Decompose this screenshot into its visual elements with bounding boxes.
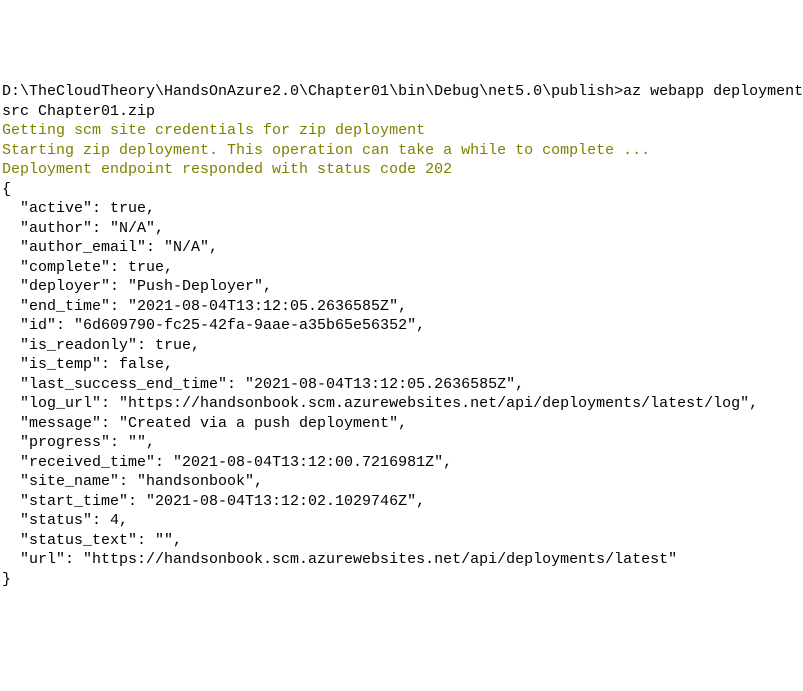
command-prompt-line1: D:\TheCloudTheory\HandsOnAzure2.0\Chapte…	[2, 82, 801, 102]
json-field: "deployer": "Push-Deployer",	[2, 277, 801, 297]
json-field: "site_name": "handsonbook",	[2, 472, 801, 492]
json-field: "author": "N/A",	[2, 219, 801, 239]
json-field: "complete": true,	[2, 258, 801, 278]
json-field: "log_url": "https://handsonbook.scm.azur…	[2, 394, 801, 414]
json-field: "message": "Created via a push deploymen…	[2, 414, 801, 434]
json-close-brace: }	[2, 570, 801, 590]
status-line-3: Deployment endpoint responded with statu…	[2, 160, 801, 180]
json-field: "id": "6d609790-fc25-42fa-9aae-a35b65e56…	[2, 316, 801, 336]
json-open-brace: {	[2, 180, 801, 200]
json-field: "author_email": "N/A",	[2, 238, 801, 258]
json-field: "url": "https://handsonbook.scm.azureweb…	[2, 550, 801, 570]
status-line-2: Starting zip deployment. This operation …	[2, 141, 801, 161]
json-field: "progress": "",	[2, 433, 801, 453]
terminal-output: D:\TheCloudTheory\HandsOnAzure2.0\Chapte…	[2, 82, 801, 589]
json-field: "active": true,	[2, 199, 801, 219]
json-field: "is_temp": false,	[2, 355, 801, 375]
json-field: "last_success_end_time": "2021-08-04T13:…	[2, 375, 801, 395]
status-line-1: Getting scm site credentials for zip dep…	[2, 121, 801, 141]
json-field: "status_text": "",	[2, 531, 801, 551]
command-prompt-line2: src Chapter01.zip	[2, 102, 801, 122]
json-field: "received_time": "2021-08-04T13:12:00.72…	[2, 453, 801, 473]
json-field: "status": 4,	[2, 511, 801, 531]
json-field: "start_time": "2021-08-04T13:12:02.10297…	[2, 492, 801, 512]
json-field: "end_time": "2021-08-04T13:12:05.2636585…	[2, 297, 801, 317]
json-field: "is_readonly": true,	[2, 336, 801, 356]
